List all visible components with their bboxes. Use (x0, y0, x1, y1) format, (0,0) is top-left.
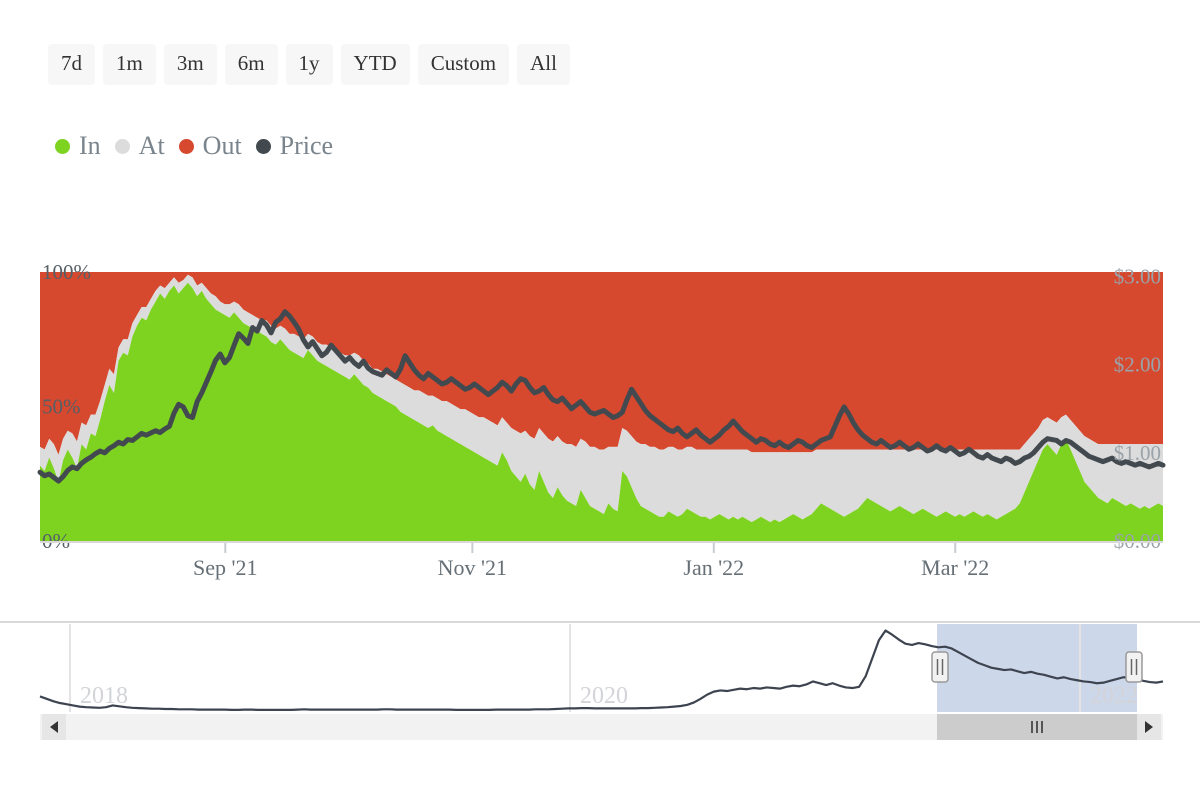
scrollbar-right-arrow-button[interactable] (1137, 714, 1161, 740)
x-axis-tick-label: Nov '21 (438, 555, 507, 580)
navigator-year-label-2018: 2018 (80, 683, 128, 709)
y-axis-left-tick-50: 50% (42, 395, 81, 419)
navigator-handle-right[interactable] (1125, 651, 1143, 683)
chart-canvas: 0% 50% 100% $0.00 $1.00 $2.00 $3.00 Sep '21 Nov … (0, 0, 1200, 800)
scrollbar-left-arrow-button[interactable] (42, 714, 66, 740)
handle-body[interactable] (931, 651, 949, 683)
x-axis-tick-label: Jan '22 (683, 555, 744, 580)
y-axis-right-tick-2: $2.00 (1114, 353, 1161, 377)
x-axis-tick-label: Mar '22 (921, 555, 989, 580)
y-axis-left-tick-100: 100% (42, 260, 91, 284)
navigator-handle-left[interactable] (931, 651, 949, 683)
x-axis-tick-label: Sep '21 (193, 555, 257, 580)
y-axis-right-tick-3: $3.00 (1114, 264, 1161, 288)
y-axis-right-tick-1: $1.00 (1114, 441, 1161, 465)
plot-area[interactable] (37, 272, 1166, 541)
navigator[interactable]: 2018 2020 2022 (0, 621, 1200, 740)
stock-chart-widget: { "range_selector": { "buttons": [ {"lab… (0, 0, 1200, 800)
navigator-year-label-2022: 2022 (1090, 683, 1138, 709)
navigator-year-label-2020: 2020 (580, 683, 628, 709)
chart-svg[interactable]: 0%50%100%$0.00$1.00$2.00$3.00Sep '21 Nov … (0, 0, 1200, 800)
handle-body[interactable] (1125, 651, 1143, 683)
